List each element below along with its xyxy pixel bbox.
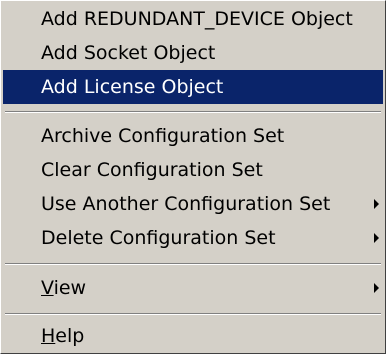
- menu-separator: [5, 111, 381, 113]
- context-menu: Add REDUNDANT_DEVICE Object Add Socket O…: [0, 0, 386, 354]
- menu-item-view[interactable]: View: [3, 271, 383, 305]
- menu-item-label-rest: elp: [55, 325, 85, 347]
- menu-separator: [5, 313, 381, 315]
- menu-item-label: Archive Configuration Set: [41, 125, 285, 147]
- submenu-arrow-icon: [374, 283, 379, 293]
- menu-item-use-another-configuration-set[interactable]: Use Another Configuration Set: [3, 187, 383, 221]
- menu-separator: [5, 263, 381, 265]
- menu-item-delete-configuration-set[interactable]: Delete Configuration Set: [3, 221, 383, 255]
- menu-item-label: Clear Configuration Set: [41, 159, 263, 181]
- submenu-arrow-icon: [374, 233, 379, 243]
- menu-item-clear-configuration-set[interactable]: Clear Configuration Set: [3, 153, 383, 187]
- menu-item-label: Delete Configuration Set: [41, 227, 276, 249]
- menu-item-help[interactable]: Help: [3, 319, 383, 353]
- menu-item-label-rest: iew: [53, 277, 87, 299]
- menu-item-label: Help: [41, 325, 84, 347]
- menu-item-add-license-object[interactable]: Add License Object: [3, 70, 383, 104]
- submenu-arrow-icon: [374, 199, 379, 209]
- menu-item-label: Add Socket Object: [41, 42, 216, 64]
- menu-item-label: Add REDUNDANT_DEVICE Object: [41, 8, 353, 30]
- menu-item-label: View: [41, 277, 86, 299]
- mnemonic-letter: V: [41, 277, 54, 299]
- mnemonic-letter: H: [41, 325, 56, 347]
- menu-item-add-socket-object[interactable]: Add Socket Object: [3, 36, 383, 70]
- menu-item-label: Add License Object: [41, 76, 224, 98]
- menu-item-archive-configuration-set[interactable]: Archive Configuration Set: [3, 119, 383, 153]
- menu-item-label: Use Another Configuration Set: [41, 193, 331, 215]
- menu-item-add-redundant-device-object[interactable]: Add REDUNDANT_DEVICE Object: [3, 2, 383, 36]
